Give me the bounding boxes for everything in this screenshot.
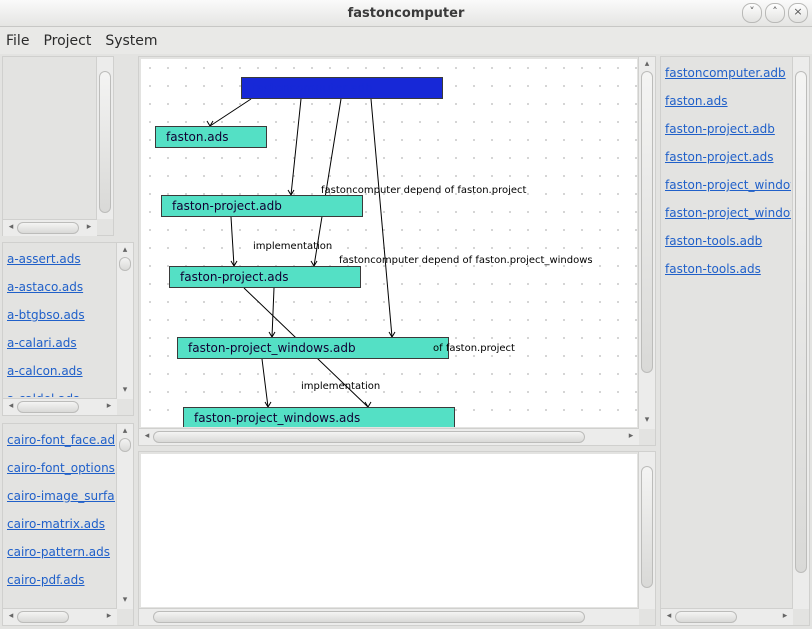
graph-node[interactable]: faston-project_windows.adb xyxy=(177,337,449,359)
graph-edge-label: fastoncomputer depend of faston.project_… xyxy=(339,255,593,266)
file-link[interactable]: a-astaco.ads xyxy=(7,273,115,301)
graph-edge-label: of faston.project xyxy=(433,343,515,354)
panel-top-left: ◂ ▸ xyxy=(2,56,114,236)
graph-edge-label: implementation xyxy=(253,241,332,252)
graph-node[interactable]: faston-project.adb xyxy=(161,195,363,217)
file-link[interactable]: faston-project_windows.ads xyxy=(665,199,791,227)
scrollbar-horizontal[interactable]: ◂ ▸ xyxy=(3,219,97,236)
file-link[interactable]: faston-tools.adb xyxy=(665,227,791,255)
dependency-canvas[interactable]: fastoncomputer.adb faston.ads faston-proje… xyxy=(141,59,637,427)
graph-node[interactable]: fastoncomputer.adb xyxy=(241,77,443,99)
file-list-system: a-assert.adsa-astaco.adsa-btgbso.adsa-ca… xyxy=(7,245,115,397)
editor-area[interactable] xyxy=(141,454,637,607)
file-link[interactable]: a-calcon.ads xyxy=(7,357,115,385)
close-button[interactable]: × xyxy=(788,3,808,23)
menubar: File Project System xyxy=(0,27,812,56)
file-list-cairo: cairo-font_face.adscairo-font_options.ad… xyxy=(7,426,115,607)
scrollbar-horizontal[interactable]: ◂ ▸ xyxy=(139,428,639,445)
file-link[interactable]: faston-project_windows.adb xyxy=(665,171,791,199)
window-title: fastoncomputer xyxy=(4,6,808,21)
file-link[interactable]: a-calari.ads xyxy=(7,329,115,357)
file-link[interactable]: a-btgbso.ads xyxy=(7,301,115,329)
file-link[interactable]: a-caldel.ads xyxy=(7,385,115,397)
maximize-button[interactable]: ˄ xyxy=(765,3,785,23)
titlebar: fastoncomputer ˅ ˄ × xyxy=(0,0,812,27)
scrollbar-vertical[interactable] xyxy=(96,57,113,219)
file-link[interactable]: faston-project.ads xyxy=(665,143,791,171)
scrollbar-vertical[interactable] xyxy=(638,452,655,609)
menu-file[interactable]: File xyxy=(6,33,29,49)
graph-node[interactable]: faston-project_windows.ads xyxy=(183,407,455,427)
menu-system[interactable]: System xyxy=(105,33,157,49)
file-link[interactable]: cairo-pdf.ads xyxy=(7,566,115,594)
file-link[interactable]: fastoncomputer.adb xyxy=(665,59,791,87)
file-link[interactable]: a-assert.ads xyxy=(7,245,115,273)
graph-node[interactable]: faston-project.ads xyxy=(169,266,361,288)
scrollbar-horizontal[interactable]: ◂ ▸ xyxy=(3,608,117,625)
file-link[interactable]: cairo-font_face.ads xyxy=(7,426,115,454)
minimize-button[interactable]: ˅ xyxy=(742,3,762,23)
scrollbar-horizontal[interactable] xyxy=(139,608,639,625)
scrollbar-vertical[interactable]: ▴ ▾ xyxy=(116,243,133,399)
menu-project[interactable]: Project xyxy=(43,33,91,49)
file-list-project: fastoncomputer.adbfaston.adsfaston-proje… xyxy=(665,59,791,607)
scrollbar-vertical[interactable]: ▴ ▾ xyxy=(638,57,655,429)
panel-system-files: a-assert.adsa-astaco.adsa-btgbso.adsa-ca… xyxy=(2,242,134,416)
graph-edges xyxy=(141,59,637,427)
graph-node[interactable]: faston.ads xyxy=(155,126,267,148)
scrollbar-vertical[interactable]: ▴ ▾ xyxy=(116,424,133,609)
graph-edge-label: fastoncomputer depend of faston.project xyxy=(321,185,526,196)
scrollbar-horizontal[interactable]: ◂ ▸ xyxy=(3,398,117,415)
graph-edge-label: implementation xyxy=(301,381,380,392)
file-link[interactable]: faston-project.adb xyxy=(665,115,791,143)
panel-editor xyxy=(138,451,656,626)
file-link[interactable]: cairo-matrix.ads xyxy=(7,510,115,538)
scrollbar-vertical[interactable] xyxy=(792,57,809,609)
workspace: ◂ ▸ a-assert.adsa-astaco.adsa-btgbso.ads… xyxy=(0,54,812,629)
scrollbar-horizontal[interactable]: ◂ ▸ xyxy=(661,608,793,625)
file-link[interactable]: faston-tools.ads xyxy=(665,255,791,283)
window-controls: ˅ ˄ × xyxy=(742,3,808,23)
panel-diagram: fastoncomputer.adb faston.ads faston-proje… xyxy=(138,56,656,446)
file-link[interactable]: cairo-pattern.ads xyxy=(7,538,115,566)
panel-cairo-files: cairo-font_face.adscairo-font_options.ad… xyxy=(2,423,134,626)
file-link[interactable]: faston.ads xyxy=(665,87,791,115)
file-link[interactable]: cairo-image_surface.ads xyxy=(7,482,115,510)
file-link[interactable]: cairo-font_options.ads xyxy=(7,454,115,482)
panel-project-files: fastoncomputer.adbfaston.adsfaston-proje… xyxy=(660,56,810,626)
